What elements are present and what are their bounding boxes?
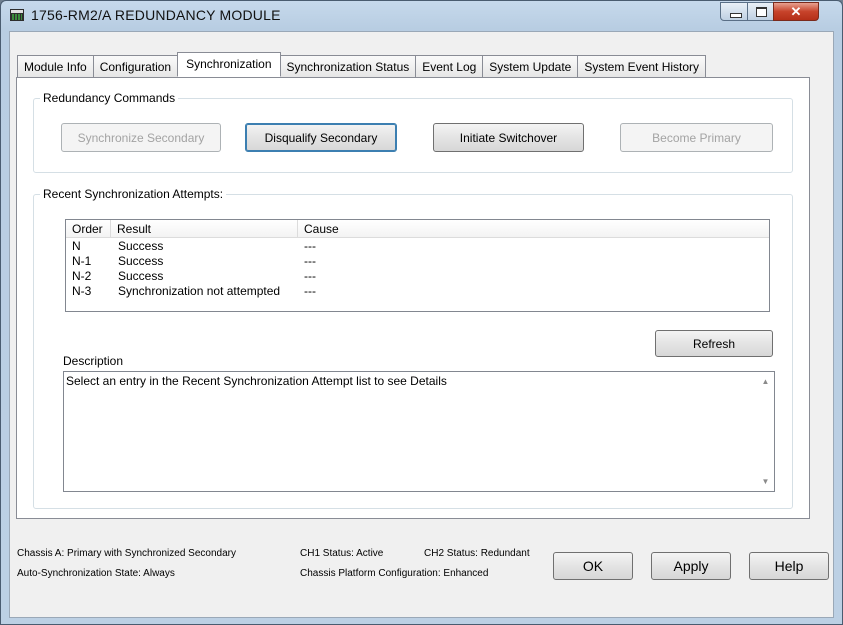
description-label: Description bbox=[63, 354, 124, 368]
column-header-result[interactable]: Result bbox=[111, 220, 298, 238]
tab-synchronization[interactable]: Synchronization bbox=[177, 52, 281, 77]
scroll-up-arrow-icon[interactable]: ▲ bbox=[757, 377, 774, 386]
redundancy-module-window: 1756-RM2/A REDUNDANCY MODULE ✕ Module In… bbox=[0, 0, 843, 625]
window-title: 1756-RM2/A REDUNDANCY MODULE bbox=[31, 7, 281, 23]
redundancy-commands-label: Redundancy Commands bbox=[43, 91, 176, 105]
row-cause: --- bbox=[304, 284, 316, 298]
row-order: N-1 bbox=[72, 254, 92, 268]
column-header-cause[interactable]: Cause bbox=[298, 220, 769, 238]
row-result: Success bbox=[118, 254, 164, 268]
refresh-button[interactable]: Refresh bbox=[655, 330, 773, 357]
description-textbox[interactable]: Select an entry in the Recent Synchroniz… bbox=[63, 371, 775, 492]
ch1-status: CH1 Status: Active bbox=[300, 548, 384, 559]
list-row[interactable]: N Success --- bbox=[66, 239, 769, 254]
minimize-icon bbox=[730, 13, 742, 18]
row-order: N-2 bbox=[72, 269, 92, 283]
help-button[interactable]: Help bbox=[749, 552, 829, 580]
scroll-down-arrow-icon[interactable]: ▼ bbox=[757, 477, 774, 486]
apply-button[interactable]: Apply bbox=[651, 552, 731, 580]
row-order: N-3 bbox=[72, 284, 92, 298]
module-icon bbox=[10, 9, 24, 21]
ch2-status: CH2 Status: Redundant bbox=[424, 548, 530, 559]
row-cause: --- bbox=[304, 269, 316, 283]
initiate-switchover-button[interactable]: Initiate Switchover bbox=[433, 123, 584, 152]
tab-system-event-history[interactable]: System Event History bbox=[577, 55, 707, 77]
auto-sync-state: Auto-Synchronization State: Always bbox=[17, 568, 175, 579]
column-header-order[interactable]: Order bbox=[66, 220, 111, 238]
recent-sync-attempts-label: Recent Synchronization Attempts: bbox=[43, 187, 224, 201]
ok-button[interactable]: OK bbox=[553, 552, 633, 580]
list-row[interactable]: N-3 Synchronization not attempted --- bbox=[66, 284, 769, 299]
platform-configuration: Chassis Platform Configuration: Enhanced bbox=[300, 568, 489, 579]
tab-synchronization-status[interactable]: Synchronization Status bbox=[279, 55, 417, 77]
list-row[interactable]: N-1 Success --- bbox=[66, 254, 769, 269]
synchronize-secondary-button[interactable]: Synchronize Secondary bbox=[61, 123, 221, 152]
row-cause: --- bbox=[304, 239, 316, 253]
maximize-icon bbox=[756, 7, 767, 17]
tab-strip: Module Info Configuration Synchronizatio… bbox=[17, 52, 707, 77]
row-result: Success bbox=[118, 269, 164, 283]
title-bar[interactable]: 1756-RM2/A REDUNDANCY MODULE ✕ bbox=[1, 1, 842, 31]
row-cause: --- bbox=[304, 254, 316, 268]
close-icon: ✕ bbox=[790, 4, 802, 19]
become-primary-button[interactable]: Become Primary bbox=[620, 123, 773, 152]
tab-system-update[interactable]: System Update bbox=[482, 55, 579, 77]
row-result: Success bbox=[118, 239, 164, 253]
minimize-button[interactable] bbox=[720, 2, 748, 21]
chassis-a-status: Chassis A: Primary with Synchronized Sec… bbox=[17, 548, 236, 559]
maximize-button[interactable] bbox=[747, 2, 774, 21]
row-result: Synchronization not attempted bbox=[118, 284, 281, 298]
tab-configuration[interactable]: Configuration bbox=[92, 55, 179, 77]
sync-attempts-list[interactable]: Order Result Cause N Success --- N-1 Suc… bbox=[65, 219, 770, 312]
list-row[interactable]: N-2 Success --- bbox=[66, 269, 769, 284]
tab-event-log[interactable]: Event Log bbox=[415, 55, 484, 77]
description-text: Select an entry in the Recent Synchroniz… bbox=[66, 374, 447, 388]
row-order: N bbox=[72, 239, 81, 253]
tab-module-info[interactable]: Module Info bbox=[17, 55, 94, 77]
close-button[interactable]: ✕ bbox=[773, 2, 819, 21]
disqualify-secondary-button[interactable]: Disqualify Secondary bbox=[245, 123, 397, 152]
